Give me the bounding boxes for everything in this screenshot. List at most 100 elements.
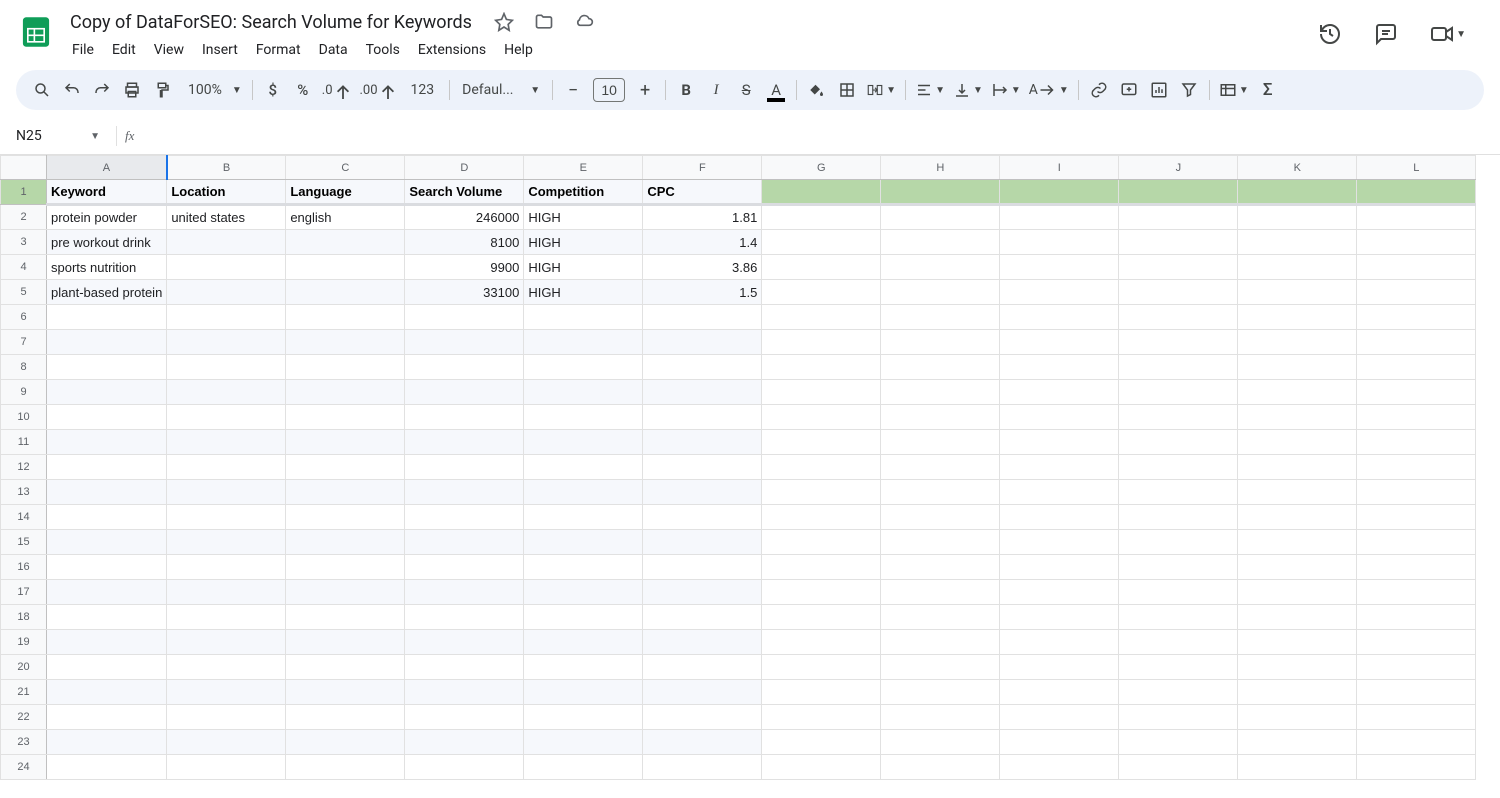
cell-L11[interactable] [1357,430,1476,455]
cell-L14[interactable] [1357,505,1476,530]
cell-G4[interactable] [762,255,881,280]
cell-B9[interactable] [167,380,286,405]
menu-help[interactable]: Help [496,38,541,62]
cell-L16[interactable] [1357,555,1476,580]
cell-E16[interactable] [524,555,643,580]
cell-K17[interactable] [1238,580,1357,605]
cell-L20[interactable] [1357,655,1476,680]
cell-C5[interactable] [286,280,405,305]
menu-data[interactable]: Data [311,38,356,62]
cell-A5[interactable]: plant-based protein [47,280,167,305]
cell-D8[interactable] [405,355,524,380]
col-header-F[interactable]: F [643,156,762,180]
currency-button[interactable]: $ [259,75,287,105]
insert-link-button[interactable] [1085,75,1113,105]
cell-I3[interactable] [1000,230,1119,255]
cell-J13[interactable] [1119,480,1238,505]
cell-C3[interactable] [286,230,405,255]
cell-F21[interactable] [643,680,762,705]
cell-A10[interactable] [47,405,167,430]
row-header-23[interactable]: 23 [1,730,47,755]
cell-C2[interactable]: english [286,205,405,230]
cell-G18[interactable] [762,605,881,630]
cell-A22[interactable] [47,705,167,730]
insert-comment-button[interactable] [1115,75,1143,105]
cell-K3[interactable] [1238,230,1357,255]
row-header-19[interactable]: 19 [1,630,47,655]
cell-E7[interactable] [524,330,643,355]
cell-I11[interactable] [1000,430,1119,455]
col-header-E[interactable]: E [524,156,643,180]
cell-C8[interactable] [286,355,405,380]
cell-C17[interactable] [286,580,405,605]
cell-K5[interactable] [1238,280,1357,305]
cell-C20[interactable] [286,655,405,680]
cell-E19[interactable] [524,630,643,655]
cloud-status-icon[interactable] [570,8,598,36]
cell-L8[interactable] [1357,355,1476,380]
cell-K24[interactable] [1238,755,1357,780]
font-size-input[interactable] [593,78,625,102]
cell-H22[interactable] [881,705,1000,730]
percent-button[interactable]: % [289,75,317,105]
cell-G23[interactable] [762,730,881,755]
print-button[interactable] [118,75,146,105]
cell-J3[interactable] [1119,230,1238,255]
cell-A17[interactable] [47,580,167,605]
cell-E8[interactable] [524,355,643,380]
cell-K8[interactable] [1238,355,1357,380]
paint-format-button[interactable] [148,75,176,105]
cell-L3[interactable] [1357,230,1476,255]
cell-H24[interactable] [881,755,1000,780]
cell-I10[interactable] [1000,405,1119,430]
cell-E18[interactable] [524,605,643,630]
cell-D22[interactable] [405,705,524,730]
row-header-14[interactable]: 14 [1,505,47,530]
menu-format[interactable]: Format [248,38,309,62]
italic-button[interactable]: I [702,75,730,105]
cell-C18[interactable] [286,605,405,630]
cell-H18[interactable] [881,605,1000,630]
cell-K22[interactable] [1238,705,1357,730]
cell-L17[interactable] [1357,580,1476,605]
cell-K18[interactable] [1238,605,1357,630]
cell-D18[interactable] [405,605,524,630]
cell-F4[interactable]: 3.86 [643,255,762,280]
cell-L19[interactable] [1357,630,1476,655]
col-header-G[interactable]: G [762,156,881,180]
cell-L15[interactable] [1357,530,1476,555]
cell-I7[interactable] [1000,330,1119,355]
cell-H2[interactable] [881,205,1000,230]
text-color-button[interactable]: A [762,75,790,105]
cell-F22[interactable] [643,705,762,730]
cell-H20[interactable] [881,655,1000,680]
cell-H17[interactable] [881,580,1000,605]
row-header-17[interactable]: 17 [1,580,47,605]
cell-E2[interactable]: HIGH [524,205,643,230]
cell-J8[interactable] [1119,355,1238,380]
cell-H14[interactable] [881,505,1000,530]
cell-I9[interactable] [1000,380,1119,405]
cell-D14[interactable] [405,505,524,530]
cell-L12[interactable] [1357,455,1476,480]
cell-K12[interactable] [1238,455,1357,480]
cell-F14[interactable] [643,505,762,530]
cell-C6[interactable] [286,305,405,330]
cell-A21[interactable] [47,680,167,705]
cell-K2[interactable] [1238,205,1357,230]
cell-J21[interactable] [1119,680,1238,705]
cell-A1[interactable]: Keyword [47,180,167,205]
zoom-select[interactable]: 100%▼ [178,82,246,98]
cell-E13[interactable] [524,480,643,505]
cell-L4[interactable] [1357,255,1476,280]
move-folder-icon[interactable] [530,8,558,36]
cell-E12[interactable] [524,455,643,480]
cell-F2[interactable]: 1.81 [643,205,762,230]
cell-F20[interactable] [643,655,762,680]
decrease-decimal-button[interactable]: .0 [319,75,355,105]
merge-cells-button[interactable]: ▼ [863,75,899,105]
cell-D11[interactable] [405,430,524,455]
cell-I16[interactable] [1000,555,1119,580]
cell-I4[interactable] [1000,255,1119,280]
cell-H1[interactable] [881,180,1000,205]
